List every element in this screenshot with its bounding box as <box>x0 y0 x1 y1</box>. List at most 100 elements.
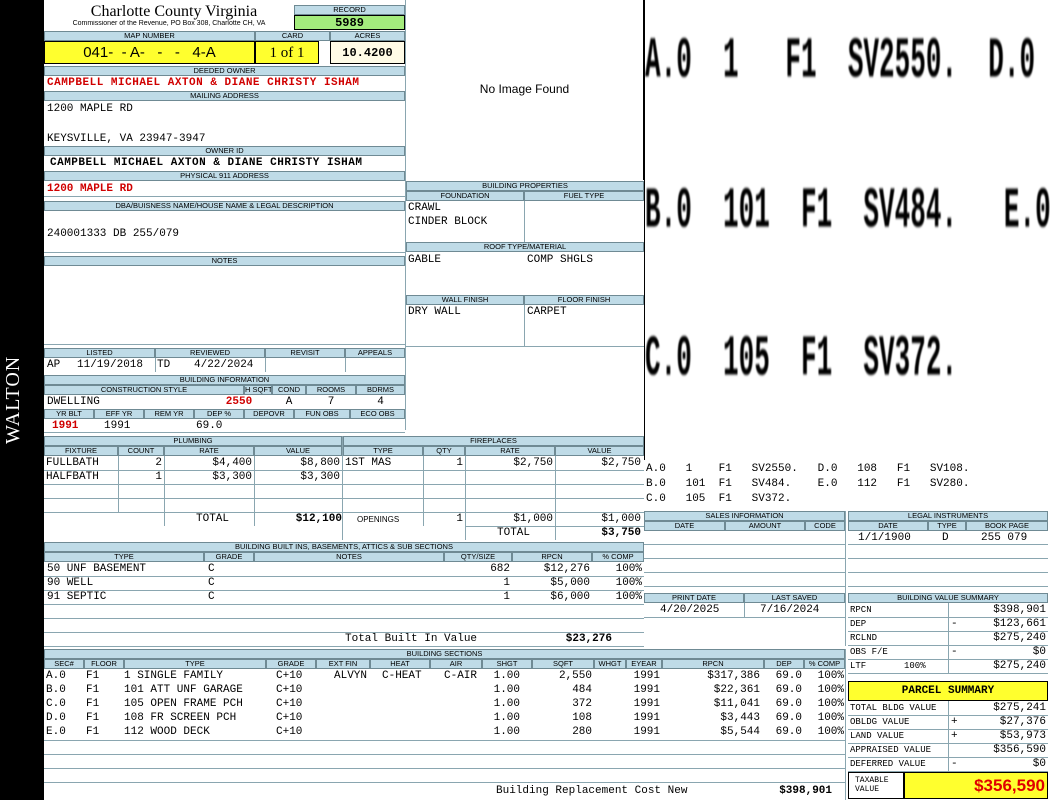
sections-col-rpcn: RPCN <box>662 659 764 669</box>
cond-label: COND <box>272 385 306 395</box>
section-air: C-AIR <box>444 670 478 682</box>
sections-col-floor: FLOOR <box>84 659 124 669</box>
builtin-type: 91 SEPTIC <box>47 591 107 603</box>
section-floor: F1 <box>86 712 100 724</box>
plumbing-count: 1 <box>155 471 162 483</box>
parcel-amount: $275,241 <box>993 702 1046 714</box>
builtin-comp: 100% <box>615 591 642 603</box>
listed-label: LISTED <box>44 348 155 358</box>
builtin-comp: 100% <box>615 563 642 575</box>
fireplace-qty: 1 <box>456 457 463 469</box>
roof-type: GABLE <box>408 254 442 266</box>
fuel-type-label: FUEL TYPE <box>524 191 644 201</box>
sections-col-extfin: EXT FIN <box>316 659 370 669</box>
sections-col-grade: GRADE <box>266 659 316 669</box>
mailing-line-2: KEYSVILLE, VA 23947-3947 <box>47 133 206 145</box>
section-comp: 100% <box>817 712 844 724</box>
appeals-label: APPEALS <box>345 348 405 358</box>
section-sec: E.0 <box>46 726 66 738</box>
parcel-label: TOTAL BLDG VALUE <box>850 703 937 713</box>
taxable-value-box: TAXABLE VALUE <box>848 772 904 799</box>
builtins-total: $23,276 <box>565 633 612 645</box>
last-saved-label: LAST SAVED <box>744 593 845 603</box>
map-number: 041- - A- - - 4-A <box>44 41 255 64</box>
builtins-col-rpcn: RPCN <box>512 552 592 562</box>
print-date: 4/20/2025 <box>660 604 720 616</box>
sections-col-dep: DEP <box>764 659 804 669</box>
card-label: CARD <box>255 31 330 41</box>
taxable-label-1: TAXABLE <box>855 776 889 785</box>
eff-yr-label: EFF YR <box>94 409 144 419</box>
record-number: 5989 <box>294 15 405 30</box>
eco-obs-label: ECO OBS <box>350 409 405 419</box>
value-summary-label: LTF 100% <box>850 661 926 671</box>
construction-style-label: CONSTRUCTION STYLE <box>44 385 244 395</box>
no-image-text: No Image Found <box>479 82 570 96</box>
section-heat: C-HEAT <box>382 670 422 682</box>
section-floor: F1 <box>86 698 100 710</box>
sections-col-whgt: WHGT <box>594 659 626 669</box>
rem-yr-label: REM YR <box>144 409 194 419</box>
reviewed-by: TD <box>157 359 171 371</box>
section-dep: 69.0 <box>775 684 802 696</box>
section-dep: 69.0 <box>775 726 802 738</box>
section-sec: A.0 <box>46 670 66 682</box>
notes-label: NOTES <box>44 256 405 266</box>
plumbing-title: PLUMBING <box>44 436 342 446</box>
builtin-comp: 100% <box>615 577 642 589</box>
builtin-type: 50 UNF BASEMENT <box>47 563 147 575</box>
plumbing-fixture: FULLBATH <box>46 457 99 469</box>
builtin-rpcn: $5,000 <box>550 577 590 589</box>
fireplace-col-type: TYPE <box>343 446 423 456</box>
plumbing-count: 2 <box>155 457 162 469</box>
builtin-rpcn: $12,276 <box>543 563 590 575</box>
value-summary-title: BUILDING VALUE SUMMARY <box>848 593 1048 603</box>
section-grade: C+10 <box>276 712 303 724</box>
builtins-title: BUILDING BUILT INS, BASEMENTS, ATTICS & … <box>44 542 644 552</box>
legal-col-bookpage: BOOK PAGE <box>966 521 1048 531</box>
floor-finish-label: FLOOR FINISH <box>524 295 644 305</box>
mailing-address-label: MAILING ADDRESS <box>44 91 405 101</box>
revisit-label: REVISIT <box>265 348 345 358</box>
section-dep: 69.0 <box>775 670 802 682</box>
fireplace-col-qty: QTY <box>423 446 465 456</box>
value-summary-amount: $0 <box>1032 646 1046 658</box>
plumbing-col-fixture: FIXTURE <box>44 446 118 456</box>
section-rpcn: $11,041 <box>713 698 760 710</box>
section-eyear: 1991 <box>633 726 660 738</box>
section-floor: F1 <box>86 670 100 682</box>
section-type: 108 FR SCREEN PCH <box>124 712 237 724</box>
fireplaces-title: FIREPLACES <box>343 436 644 446</box>
openings-value: $1,000 <box>601 513 641 525</box>
plumbing-total-label: TOTAL <box>196 513 230 525</box>
sections-col-eyear: EYEAR <box>626 659 662 669</box>
sections-col-air: AIR <box>430 659 482 669</box>
value-summary-amount: $398,901 <box>993 604 1046 616</box>
sketch-panel: A.0 1 F1 SV2550. D.0 108 F1 SV108. B.0 1… <box>644 0 1050 460</box>
sections-col-sqft: SQFT <box>532 659 594 669</box>
section-rpcn: $3,443 <box>720 712 760 724</box>
parcel-amount: $356,590 <box>993 744 1046 756</box>
legal-title: LEGAL INSTRUMENTS <box>848 511 1048 521</box>
section-grade: C+10 <box>276 698 303 710</box>
section-floor: F1 <box>86 684 100 696</box>
dba-label: DBA/BUISNESS NAME/HOUSE NAME & LEGAL DES… <box>44 201 405 211</box>
wall-finish: DRY WALL <box>408 306 461 318</box>
physical-address-label: PHYSICAL 911 ADDRESS <box>44 171 405 181</box>
rooms-label: ROOMS <box>306 385 356 395</box>
section-comp: 100% <box>817 670 844 682</box>
county-title: Charlotte County Virginia <box>90 3 258 20</box>
taxable-label-2: VALUE <box>855 785 880 794</box>
parcel-label: APPRAISED VALUE <box>850 745 932 755</box>
section-dep: 69.0 <box>775 712 802 724</box>
sections-col-type: TYPE <box>124 659 266 669</box>
depovr-label: DEPOVR <box>244 409 294 419</box>
section-eyear: 1991 <box>633 698 660 710</box>
sections-col-shgt: SHGT <box>482 659 532 669</box>
section-type: 112 WOOD DECK <box>124 726 210 738</box>
value-summary-label: OBS F/E <box>850 647 888 657</box>
taxable-value: $356,590 <box>904 772 1048 799</box>
bdrms-value: 4 <box>377 396 384 408</box>
sketch-legend-2: B.0 101 F1 SV484. E.0 112 F1 SV280. <box>646 478 970 490</box>
fireplace-type: 1ST MAS <box>345 457 392 469</box>
